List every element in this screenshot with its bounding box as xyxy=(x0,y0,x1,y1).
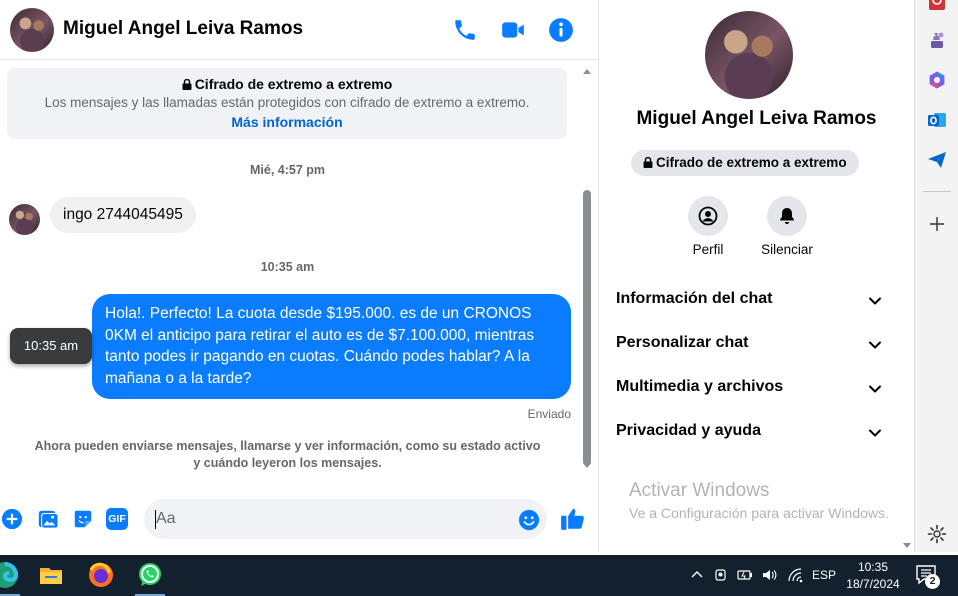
profile-icon xyxy=(698,206,718,226)
copilot-icon[interactable] xyxy=(927,70,947,90)
encryption-title: Cifrado de extremo a extremo xyxy=(194,76,393,92)
chat-panel: Miguel Angel Leiva Ramos Cifrado de extr… xyxy=(0,0,597,552)
scrollbar-thumb[interactable] xyxy=(583,190,591,466)
profile-action-label: Perfil xyxy=(692,242,724,257)
sent-status: Enviado xyxy=(527,407,571,421)
activate-windows-title: Activar Windows xyxy=(629,480,770,501)
conversation-details-panel: Miguel Angel Leiva Ramos Cifrado de extr… xyxy=(598,0,914,552)
plus-circle-icon[interactable] xyxy=(1,508,23,530)
games-icon[interactable] xyxy=(927,30,947,50)
chat-scrollbar[interactable] xyxy=(578,66,596,471)
scroll-down-arrow-icon[interactable] xyxy=(903,543,911,548)
firefox-icon[interactable] xyxy=(86,560,116,590)
section-privacy-help[interactable]: Privacidad y ayuda xyxy=(616,417,884,447)
profile-avatar[interactable] xyxy=(705,11,793,99)
settings-gear-icon[interactable] xyxy=(927,524,947,544)
sticker-icon[interactable] xyxy=(72,508,94,530)
info-icon[interactable] xyxy=(548,17,574,43)
profile-action[interactable]: Perfil xyxy=(673,196,743,257)
contact-avatar[interactable] xyxy=(10,8,54,52)
chevron-down-icon xyxy=(869,429,881,437)
meet-now-icon[interactable] xyxy=(713,567,729,583)
photo-icon[interactable] xyxy=(37,508,59,530)
lock-icon xyxy=(643,156,653,168)
activate-windows-subtitle: Ve a Configuración para activar Windows. xyxy=(629,505,889,521)
video-call-icon[interactable] xyxy=(500,17,526,43)
add-icon[interactable] xyxy=(927,214,947,234)
scroll-down-arrow-icon[interactable] xyxy=(583,463,591,468)
bell-icon xyxy=(780,208,794,224)
browser-sidebar xyxy=(914,0,958,552)
details-contact-name: Miguel Angel Leiva Ramos xyxy=(636,108,877,129)
send-icon[interactable] xyxy=(927,150,947,170)
mute-action[interactable]: Silenciar xyxy=(752,196,822,257)
chevron-down-icon xyxy=(869,297,881,305)
thumbs-up-icon[interactable] xyxy=(560,506,586,532)
sidebar-divider xyxy=(923,191,951,192)
section-customize-chat[interactable]: Personalizar chat xyxy=(616,329,884,359)
more-info-link[interactable]: Más información xyxy=(7,114,567,130)
lock-icon xyxy=(182,78,192,90)
gif-icon[interactable]: GIF xyxy=(106,508,128,530)
clock-time[interactable]: 10:35 xyxy=(846,560,900,574)
message-time-tooltip: 10:35 am xyxy=(10,328,92,364)
wifi-icon[interactable] xyxy=(787,567,803,583)
battery-icon[interactable] xyxy=(737,567,753,583)
composer: GIF xyxy=(0,492,597,548)
outlook-icon[interactable] xyxy=(927,110,947,130)
contact-name[interactable]: Miguel Angel Leiva Ramos xyxy=(63,18,303,40)
message-input[interactable] xyxy=(144,499,547,539)
chevron-up-icon[interactable] xyxy=(689,567,705,583)
info-notice: Ahora pueden enviarse mensajes, llamarse… xyxy=(34,439,541,470)
phone-icon[interactable] xyxy=(452,17,478,43)
keyboard-language[interactable]: ESP xyxy=(812,568,836,582)
outgoing-message[interactable]: Hola!. Perfecto! La cuota desde $195.000… xyxy=(92,294,571,399)
volume-icon[interactable] xyxy=(761,567,777,583)
whatsapp-icon[interactable] xyxy=(135,560,165,590)
mute-action-label: Silenciar xyxy=(761,242,813,257)
text-caret xyxy=(155,510,156,529)
chat-header: Miguel Angel Leiva Ramos xyxy=(0,0,597,60)
file-explorer-icon[interactable] xyxy=(36,560,66,590)
emoji-icon[interactable] xyxy=(518,509,540,531)
section-media-files[interactable]: Multimedia y archivos xyxy=(616,373,884,403)
encryption-badge[interactable]: Cifrado de extremo a extremo xyxy=(631,150,859,176)
incoming-message[interactable]: ingo 2744045495 xyxy=(50,197,196,233)
windows-taskbar: ESP 10:35 18/7/2024 2 xyxy=(0,555,958,596)
message-timestamp: Mié, 4:57 pm xyxy=(249,163,326,177)
message-timestamp: 10:35 am xyxy=(260,260,315,274)
sender-avatar[interactable] xyxy=(9,204,40,235)
shopping-bag-icon[interactable] xyxy=(927,0,947,12)
section-chat-info[interactable]: Información del chat xyxy=(616,285,884,315)
notification-count-badge[interactable]: 2 xyxy=(925,574,940,589)
clock-date[interactable]: 18/7/2024 xyxy=(840,577,906,591)
encryption-notice: Cifrado de extremo a extremo Los mensaje… xyxy=(7,68,567,139)
edge-browser-icon[interactable] xyxy=(0,560,20,590)
encryption-description: Los mensajes y las llamadas están proteg… xyxy=(44,95,530,110)
chevron-down-icon xyxy=(869,341,881,349)
chevron-down-icon xyxy=(869,385,881,393)
scroll-up-arrow-icon[interactable] xyxy=(583,69,591,74)
